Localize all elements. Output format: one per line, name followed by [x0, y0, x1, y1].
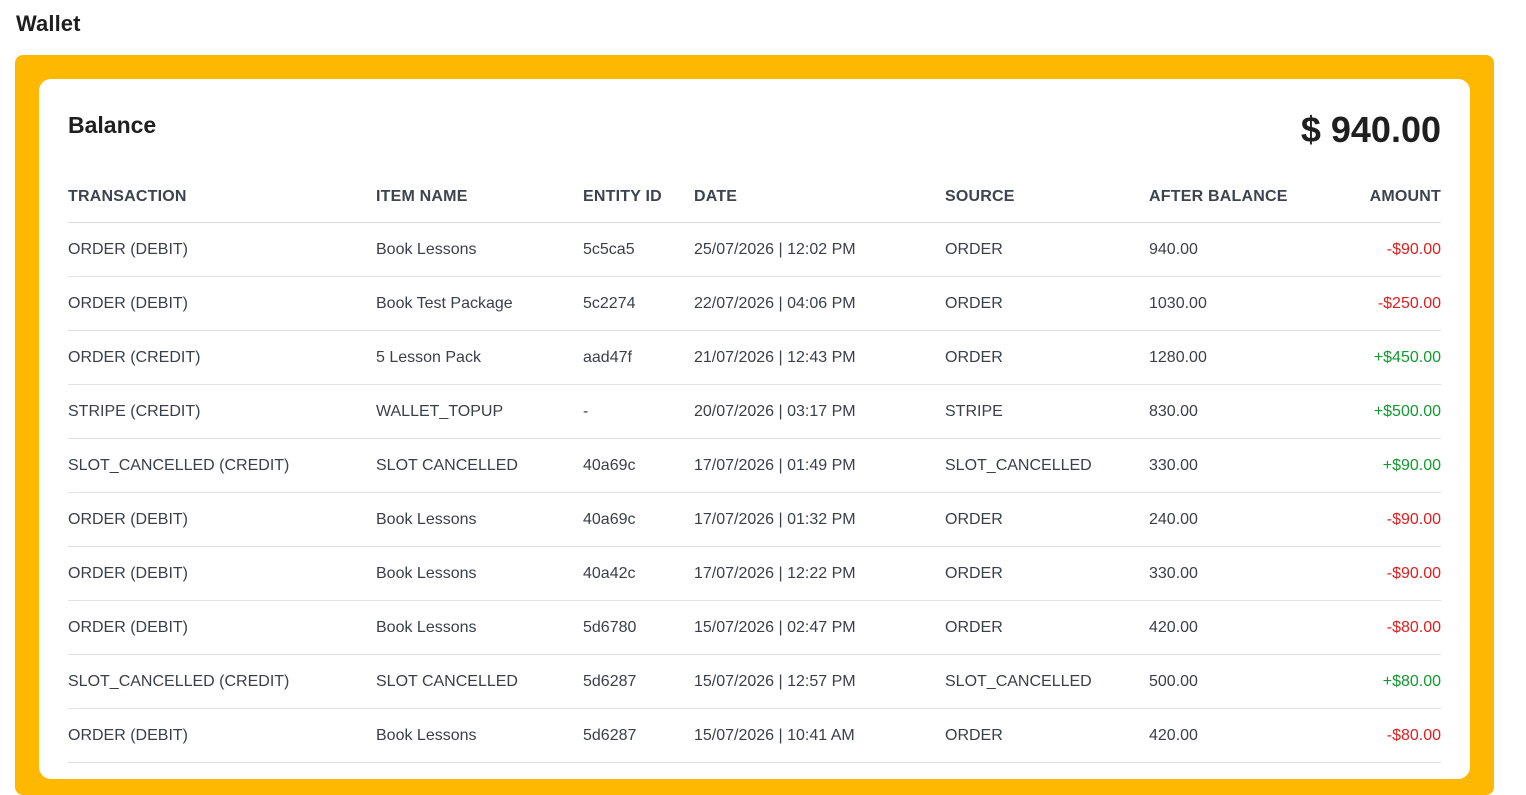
table-row: ORDER (DEBIT) Book Lessons 40a69c 17/07/202…	[68, 492, 1441, 547]
table-row: ORDER (DEBIT) Book Lessons 5d6780 15/07/202…	[68, 600, 1441, 655]
cell-amount: +$90.00	[1329, 438, 1441, 493]
cell-entity-id: 5d6780	[583, 600, 694, 655]
cell-entity-id: 40a42c	[583, 546, 694, 601]
cell-date: 22/07/2026 | 04:06 PM	[694, 276, 945, 331]
cell-entity-id: 40a69c	[583, 492, 694, 547]
cell-source: ORDER	[945, 276, 1149, 331]
cell-after-balance: 500.00	[1149, 654, 1329, 709]
cell-amount: -$80.00	[1329, 708, 1441, 763]
cell-entity-id: aad47f	[583, 330, 694, 385]
cell-item-name: Book Lessons	[376, 600, 583, 655]
cell-item-name: 5 Lesson Pack	[376, 330, 583, 385]
cell-date: 17/07/2026 | 01:32 PM	[694, 492, 945, 547]
table-row: ORDER (CREDIT) 5 Lesson Pack aad47f 21/07/2…	[68, 330, 1441, 385]
cell-after-balance: 330.00	[1149, 546, 1329, 601]
cell-transaction: ORDER (DEBIT)	[68, 492, 376, 547]
cell-transaction: ORDER (DEBIT)	[68, 222, 376, 277]
wallet-card: Balance $ 940.00 TRANSACTION ITEM NAME E…	[39, 79, 1470, 779]
header-amount: AMOUNT	[1329, 172, 1441, 223]
cell-after-balance: 830.00	[1149, 384, 1329, 439]
cell-amount: -$90.00	[1329, 492, 1441, 547]
cell-transaction: ORDER (DEBIT)	[68, 600, 376, 655]
cell-source: STRIPE	[945, 384, 1149, 439]
cell-amount: +$450.00	[1329, 330, 1441, 385]
cell-entity-id: 5c2274	[583, 276, 694, 331]
cell-source: ORDER	[945, 600, 1149, 655]
cell-transaction: ORDER (DEBIT)	[68, 708, 376, 763]
cell-date: 21/07/2026 | 12:43 PM	[694, 330, 945, 385]
table-row: STRIPE (CREDIT) WALLET_TOPUP -20/07/2026 |…	[68, 384, 1441, 439]
cell-amount: -$250.00	[1329, 276, 1441, 331]
balance-amount: $ 940.00	[1300, 109, 1441, 150]
cell-item-name: Book Lessons	[376, 492, 583, 547]
cell-amount: +$500.00	[1329, 384, 1441, 439]
cell-date: 20/07/2026 | 03:17 PM	[694, 384, 945, 439]
wallet-frame: Balance $ 940.00 TRANSACTION ITEM NAME E…	[15, 55, 1494, 795]
cell-entity-id: 5d6287	[583, 708, 694, 763]
cell-after-balance: 420.00	[1149, 600, 1329, 655]
cell-transaction: STRIPE (CREDIT)	[68, 384, 376, 439]
cell-transaction: SLOT_CANCELLED (CREDIT)	[68, 654, 376, 709]
cell-date: 25/07/2026 | 12:02 PM	[694, 222, 945, 277]
header-source: SOURCE	[945, 172, 1149, 223]
cell-transaction: SLOT_CANCELLED (CREDIT)	[68, 438, 376, 493]
cell-amount: -$90.00	[1329, 222, 1441, 277]
table-row: ORDER (DEBIT) Book Lessons 40a42c 17/07/202…	[68, 546, 1441, 601]
cell-item-name: SLOT CANCELLED	[376, 438, 583, 493]
header-date: DATE	[694, 172, 945, 223]
cell-source: ORDER	[945, 708, 1149, 763]
table-row: ORDER (DEBIT) Book Lessons 5d6287 15/07/202…	[68, 708, 1441, 763]
cell-after-balance: 940.00	[1149, 222, 1329, 277]
cell-source: SLOT_CANCELLED	[945, 654, 1149, 709]
table-row: SLOT_CANCELLED (CREDIT) SLOT CANCELLED 40a…	[68, 438, 1441, 493]
cell-date: 15/07/2026 | 02:47 PM	[694, 600, 945, 655]
cell-after-balance: 330.00	[1149, 438, 1329, 493]
cell-transaction: ORDER (DEBIT)	[68, 546, 376, 601]
cell-transaction: ORDER (DEBIT)	[68, 276, 376, 331]
header-after-balance: AFTER BALANCE	[1149, 172, 1329, 223]
cell-source: ORDER	[945, 330, 1149, 385]
transactions-body: ORDER (DEBIT) Book Lessons 5c5ca5 25/07/202…	[68, 222, 1441, 763]
cell-amount: -$80.00	[1329, 600, 1441, 655]
cell-item-name: Book Lessons	[376, 708, 583, 763]
table-row: ORDER (DEBIT) Book Test Package 5c2274 22/0…	[68, 276, 1441, 331]
cell-after-balance: 420.00	[1149, 708, 1329, 763]
cell-date: 17/07/2026 | 12:22 PM	[694, 546, 945, 601]
cell-entity-id: -	[583, 384, 694, 439]
cell-date: 17/07/2026 | 01:49 PM	[694, 438, 945, 493]
cell-item-name: SLOT CANCELLED	[376, 654, 583, 709]
cell-item-name: Book Lessons	[376, 546, 583, 601]
table-header-row: TRANSACTION ITEM NAME ENTITY ID DATE SOU…	[68, 172, 1441, 223]
balance-label: Balance	[68, 112, 157, 138]
table-row: SLOT_CANCELLED (CREDIT) SLOT CANCELLED 5d6…	[68, 654, 1441, 709]
cell-entity-id: 5c5ca5	[583, 222, 694, 277]
cell-entity-id: 40a69c	[583, 438, 694, 493]
transactions-table: TRANSACTION ITEM NAME ENTITY ID DATE SOU…	[68, 172, 1441, 763]
header-transaction: TRANSACTION	[68, 172, 376, 223]
cell-source: ORDER	[945, 492, 1149, 547]
cell-source: ORDER	[945, 546, 1149, 601]
header-item-name: ITEM NAME	[376, 172, 583, 223]
cell-item-name: Book Lessons	[376, 222, 583, 277]
cell-after-balance: 1280.00	[1149, 330, 1329, 385]
cell-amount: -$90.00	[1329, 546, 1441, 601]
cell-entity-id: 5d6287	[583, 654, 694, 709]
cell-amount: +$80.00	[1329, 654, 1441, 709]
cell-date: 15/07/2026 | 12:57 PM	[694, 654, 945, 709]
header-entity-id: ENTITY ID	[583, 172, 694, 223]
cell-transaction: ORDER (CREDIT)	[68, 330, 376, 385]
cell-item-name: WALLET_TOPUP	[376, 384, 583, 439]
cell-after-balance: 240.00	[1149, 492, 1329, 547]
cell-after-balance: 1030.00	[1149, 276, 1329, 331]
cell-source: SLOT_CANCELLED	[945, 438, 1149, 493]
page-title: Wallet	[16, 11, 81, 36]
table-row: ORDER (DEBIT) Book Lessons 5c5ca5 25/07/202…	[68, 222, 1441, 277]
cell-source: ORDER	[945, 222, 1149, 277]
cell-date: 15/07/2026 | 10:41 AM	[694, 708, 945, 763]
cell-item-name: Book Test Package	[376, 276, 583, 331]
